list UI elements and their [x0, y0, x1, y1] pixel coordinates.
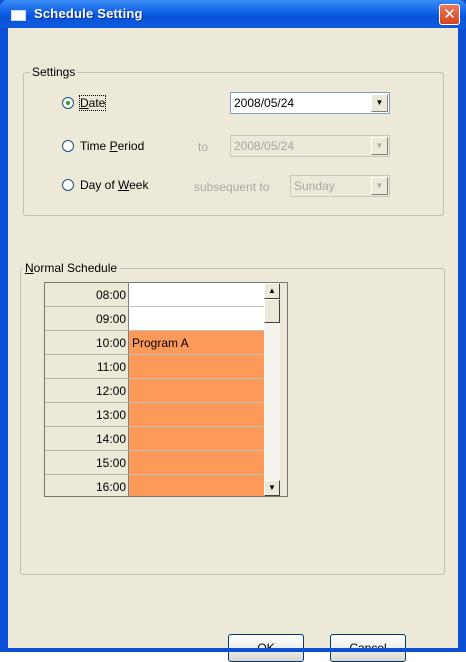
scroll-down-icon[interactable]: ▼: [264, 480, 280, 496]
window-bottom-frame: [0, 648, 466, 652]
time-period-label-pre: Time: [80, 139, 110, 153]
day-of-week-label-post: eek: [129, 178, 149, 192]
schedule-row[interactable]: 10:00 Program A: [45, 331, 265, 355]
time-cell: 13:00: [45, 403, 129, 427]
program-slot[interactable]: [129, 355, 264, 379]
window-icon: [11, 10, 26, 21]
program-slot[interactable]: [129, 427, 264, 451]
time-cell: 14:00: [45, 427, 129, 451]
normal-schedule-label-rest: ormal Schedule: [33, 261, 118, 275]
time-cell: 16:00: [45, 475, 129, 496]
time-cell: 15:00: [45, 451, 129, 475]
close-button[interactable]: ✕: [439, 4, 460, 25]
schedule-row[interactable]: 14:00: [45, 427, 265, 451]
schedule-row[interactable]: 12:00: [45, 379, 265, 403]
program-slot[interactable]: [129, 379, 264, 403]
time-cell: 08:00: [45, 283, 129, 307]
day-of-week-label-mnemonic: W: [118, 178, 130, 192]
time-period-end-combo[interactable]: 2008/05/24 ▼: [230, 135, 390, 157]
scroll-up-icon[interactable]: ▲: [264, 283, 280, 299]
time-period-combo-value: 2008/05/24: [234, 139, 295, 153]
dialog-client-area: Settings Date 2008/05/24 ▼ Time Period t…: [8, 28, 458, 662]
normal-schedule-group-label: Normal Schedule: [23, 261, 120, 275]
time-cell: 10:00: [45, 331, 129, 355]
schedule-setting-window: Schedule Setting ✕ Settings Date 2008/05…: [0, 0, 466, 662]
program-slot[interactable]: [129, 403, 264, 427]
program-slot[interactable]: [129, 451, 264, 475]
schedule-scrollbar[interactable]: ▲ ▼: [264, 283, 280, 496]
schedule-row[interactable]: 16:00: [45, 475, 265, 496]
time-cell: 11:00: [45, 355, 129, 379]
schedule-row[interactable]: 11:00: [45, 355, 265, 379]
program-slot[interactable]: Program A: [129, 331, 264, 355]
schedule-row[interactable]: 15:00: [45, 451, 265, 475]
date-label-mnemonic: D: [80, 96, 89, 110]
time-period-label-post: eriod: [117, 139, 145, 153]
settings-group-label: Settings: [30, 65, 78, 79]
time-period-label[interactable]: Time Period: [80, 139, 144, 153]
date-radio[interactable]: [62, 97, 74, 109]
schedule-row[interactable]: 09:00: [45, 307, 265, 331]
date-combo-value: 2008/05/24: [234, 96, 295, 110]
date-combo-arrow-icon[interactable]: ▼: [371, 94, 388, 112]
title-bar[interactable]: Schedule Setting ✕: [0, 0, 466, 28]
window-title: Schedule Setting: [34, 6, 143, 21]
subsequent-to-label: subsequent to: [194, 180, 270, 194]
time-period-label-mnemonic: P: [109, 139, 118, 153]
time-cell: 09:00: [45, 307, 129, 331]
normal-schedule-label-mnemonic: N: [25, 261, 34, 275]
date-label-post: ate: [88, 96, 106, 110]
schedule-row[interactable]: 13:00: [45, 403, 265, 427]
schedule-grid[interactable]: 08:00 09:00 10:00 Program A 11:00 12:00 …: [44, 282, 288, 497]
scroll-thumb[interactable]: [264, 299, 280, 323]
time-period-to-label: to: [198, 140, 209, 154]
day-of-week-label[interactable]: Day of Week: [80, 178, 148, 192]
schedule-row[interactable]: 08:00: [45, 283, 265, 307]
day-of-week-label-pre: Day of: [80, 178, 119, 192]
program-slot[interactable]: [129, 283, 264, 307]
time-cell: 12:00: [45, 379, 129, 403]
program-slot[interactable]: [129, 307, 264, 331]
date-combo[interactable]: 2008/05/24 ▼: [230, 92, 390, 114]
time-period-radio[interactable]: [62, 140, 74, 152]
time-period-combo-arrow-icon[interactable]: ▼: [371, 137, 388, 155]
day-of-week-radio[interactable]: [62, 179, 74, 191]
day-of-week-combo-value: Sunday: [294, 179, 335, 193]
day-of-week-combo[interactable]: Sunday ▼: [290, 175, 390, 197]
date-label[interactable]: Date: [78, 95, 107, 111]
day-of-week-combo-arrow-icon[interactable]: ▼: [371, 177, 388, 195]
program-slot[interactable]: [129, 475, 264, 496]
